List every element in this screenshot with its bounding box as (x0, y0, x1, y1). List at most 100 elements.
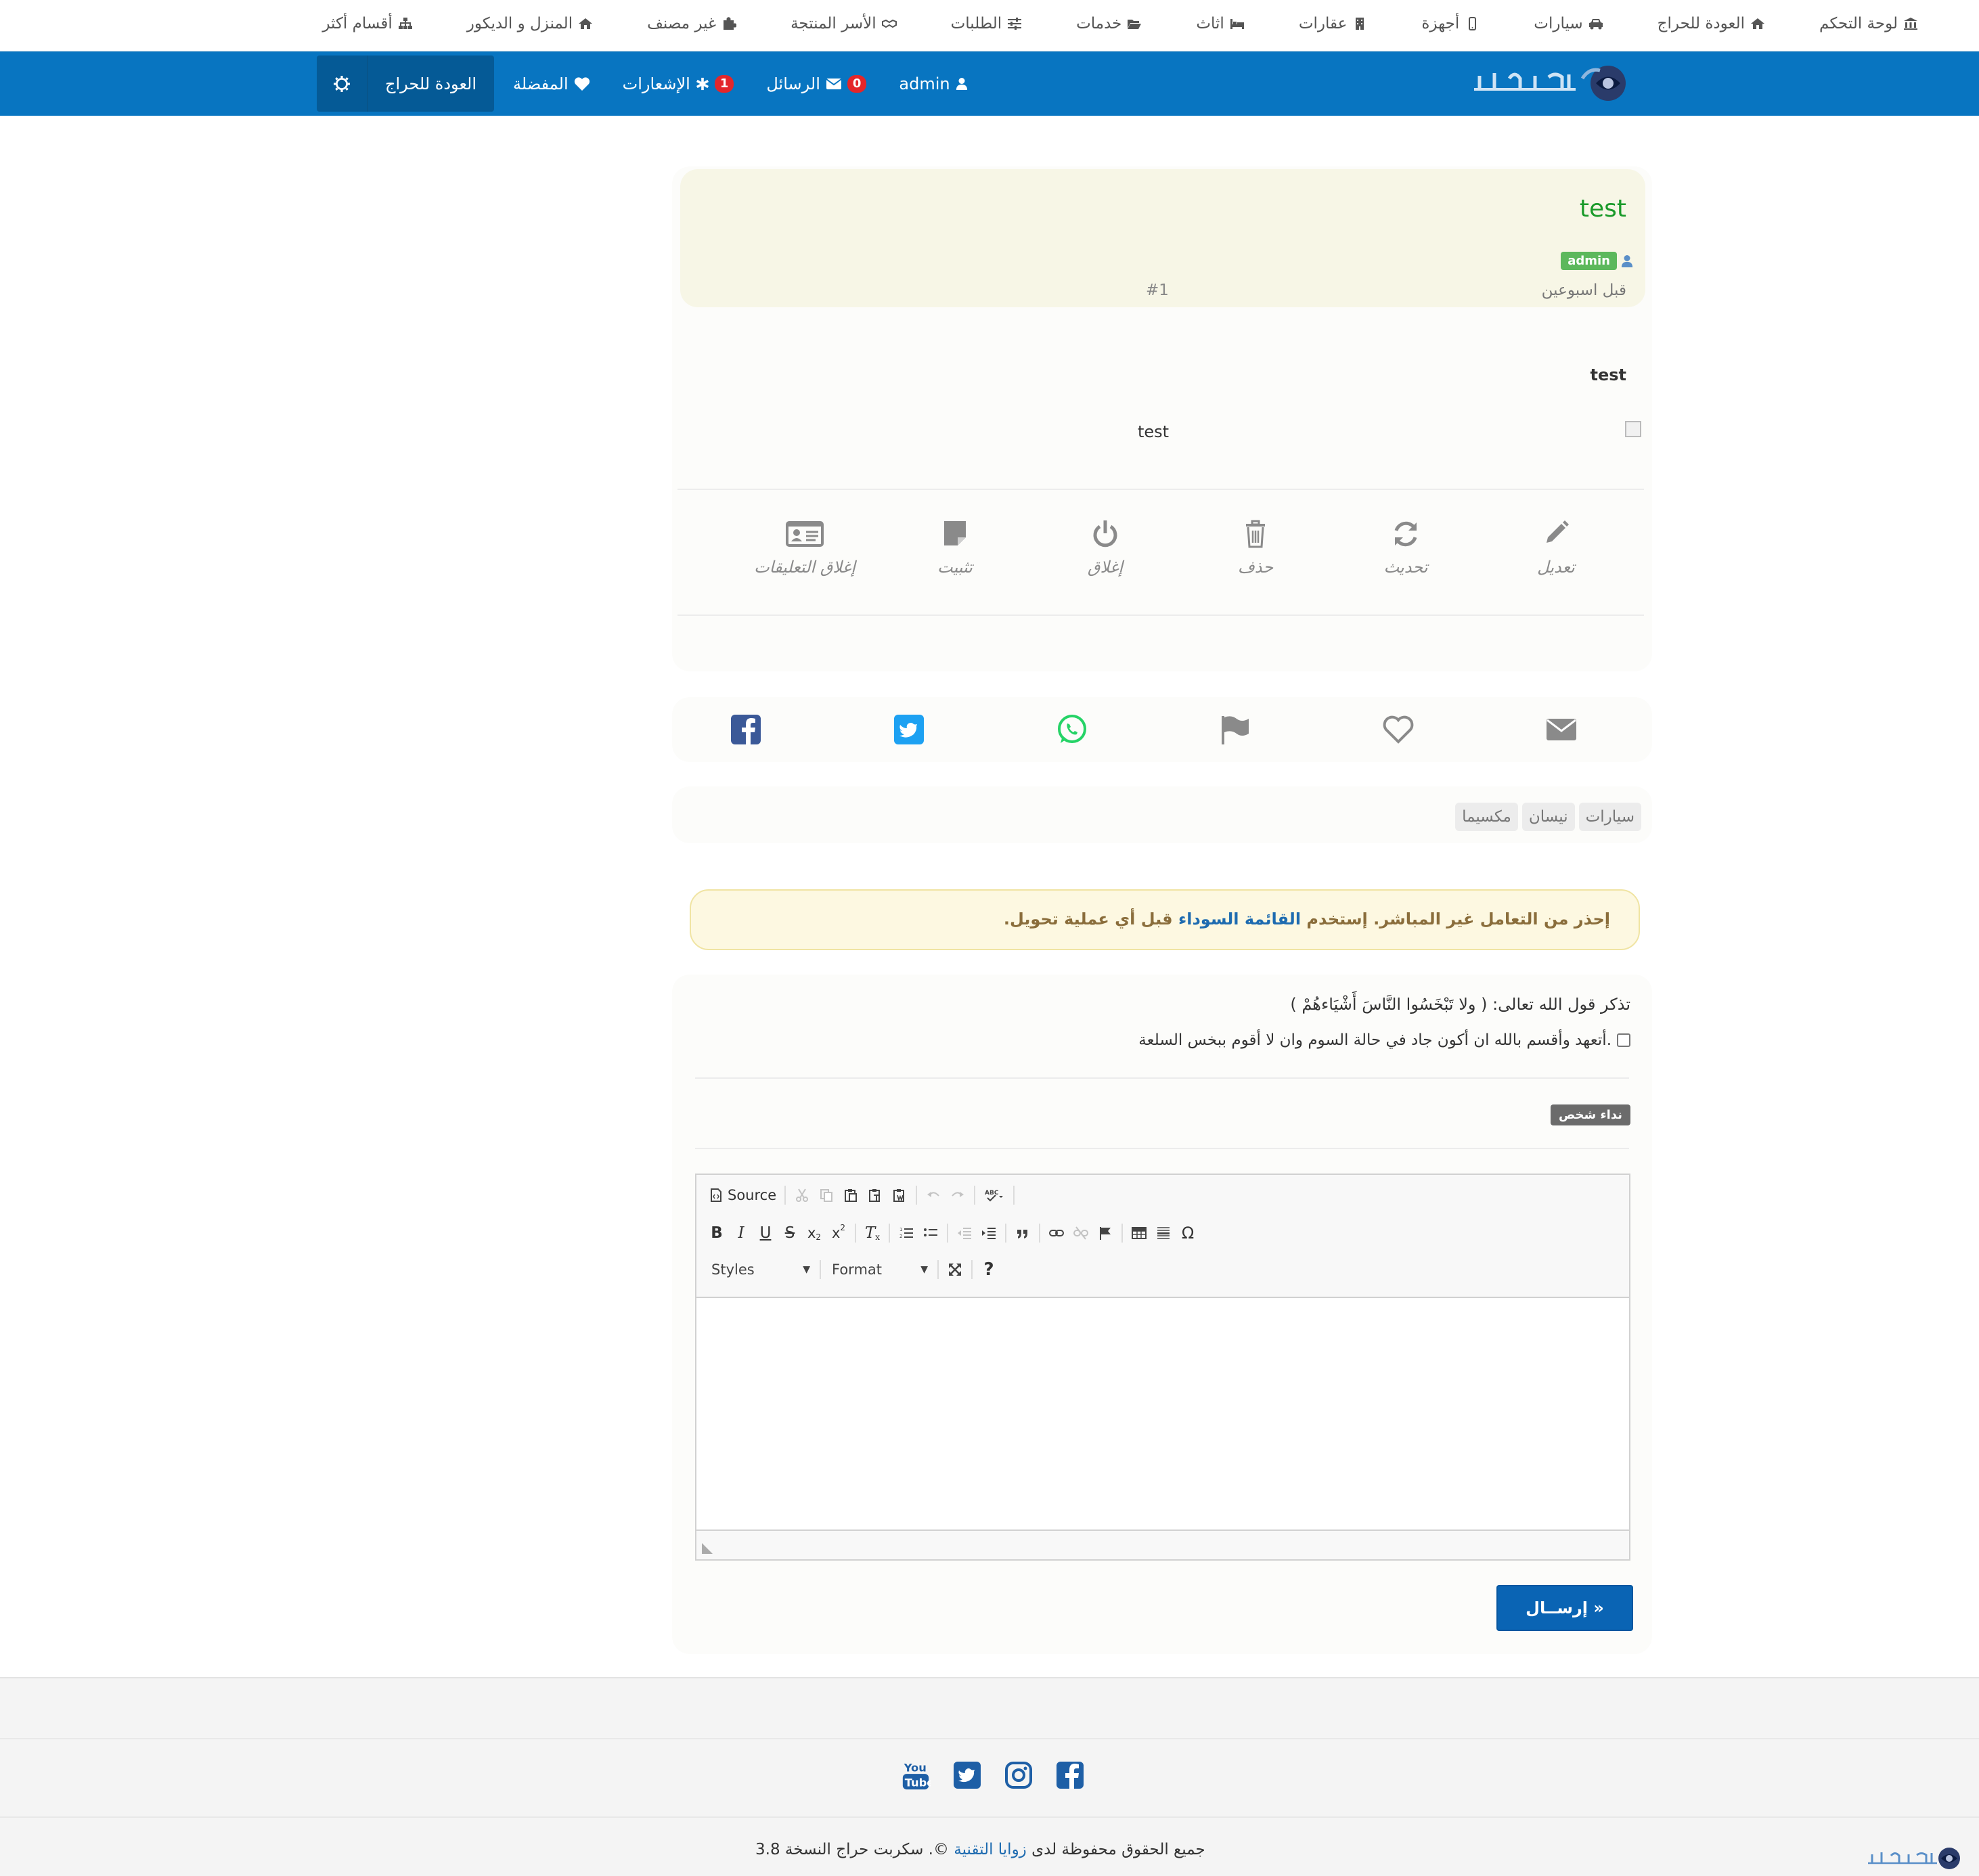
instagram-link[interactable] (1003, 1758, 1034, 1792)
tag-item[interactable]: سيارات (1578, 803, 1641, 831)
author-badge: admin (1561, 252, 1617, 270)
copyright-link[interactable]: زوايا التقنية (954, 1841, 1027, 1858)
source-button[interactable]: Source (705, 1183, 780, 1207)
nav-item-real-estate[interactable]: عقارات (1272, 15, 1395, 32)
delete-button[interactable]: حذف (1181, 518, 1330, 577)
edit-button[interactable]: تعديل (1482, 518, 1630, 577)
youtube-link[interactable]: You Tube (900, 1758, 931, 1792)
nav-item-back-home[interactable]: العودة للحراج (1630, 15, 1792, 32)
copy-button[interactable] (814, 1183, 839, 1207)
help-button[interactable]: ? (977, 1257, 1001, 1282)
subscript-button[interactable]: x2 (802, 1221, 826, 1245)
messages-link[interactable]: الرسائل 0 (750, 74, 883, 93)
nav-item-services[interactable]: خدمات (1049, 15, 1169, 32)
source-icon (711, 1188, 721, 1202)
maximize-button[interactable] (943, 1257, 967, 1282)
back-to-haraj-button[interactable]: العودة للحراج (367, 55, 494, 112)
refresh-button[interactable]: تحديث (1331, 518, 1480, 577)
facebook-link[interactable] (1054, 1758, 1086, 1792)
favorites-link[interactable]: المفضلة (497, 74, 606, 93)
tag-item[interactable]: نيسان (1521, 803, 1575, 831)
resize-handle[interactable] (702, 1543, 713, 1554)
styles-select[interactable]: Styles ▼ (705, 1257, 816, 1282)
horizontal-line-button[interactable] (1151, 1221, 1176, 1245)
home-icon (578, 17, 593, 30)
indent-icon (982, 1228, 996, 1239)
undo-icon (927, 1192, 939, 1197)
quote-icon (1017, 1230, 1027, 1238)
gear-icon (334, 75, 350, 92)
flag-icon (1100, 1227, 1111, 1240)
bulleted-list-button[interactable] (918, 1221, 943, 1245)
pledge-checkbox[interactable] (1617, 1033, 1630, 1047)
superscript-button[interactable]: x2 (826, 1221, 851, 1245)
table-button[interactable] (1127, 1221, 1151, 1245)
pledge-checkbox-row[interactable]: أتعهد وأقسم بالله ان أكون جاد في حالة ال… (1138, 1031, 1630, 1049)
favorite-button[interactable] (1378, 709, 1419, 750)
footer-logo[interactable] (1864, 1845, 1968, 1872)
close-comments-button[interactable]: إغلاق التعليقات (730, 518, 879, 577)
facebook-icon (731, 715, 761, 744)
mention-person-button[interactable]: نداء شخص (1550, 1104, 1630, 1125)
nav-item-cars[interactable]: سيارات (1507, 15, 1630, 32)
notifications-link[interactable]: الإشعارات 1 (606, 74, 751, 93)
nav-item-devices[interactable]: أجهزة (1394, 15, 1507, 32)
divider (677, 615, 1644, 616)
numbered-list-button[interactable]: 12 (894, 1221, 918, 1245)
redo-button[interactable] (946, 1183, 970, 1207)
blockquote-button[interactable] (1010, 1221, 1035, 1245)
remove-format-button[interactable]: Tx (860, 1221, 885, 1245)
share-twitter-button[interactable] (889, 709, 929, 750)
svg-text:You: You (904, 1761, 927, 1774)
nav-item-uncategorized[interactable]: غير مصنف (620, 15, 763, 32)
share-whatsapp-button[interactable] (1052, 709, 1092, 750)
paste-word-button[interactable] (887, 1183, 912, 1207)
paste-button[interactable] (839, 1183, 863, 1207)
nav-item-requests[interactable]: الطلبات (924, 15, 1049, 32)
undo-button[interactable] (921, 1183, 946, 1207)
nav-item-furniture[interactable]: اثاث (1169, 15, 1271, 32)
submit-button[interactable]: إرســال » (1496, 1585, 1633, 1631)
share-email-button[interactable] (1541, 709, 1582, 750)
post-card: test admin قبل اسبوعين #1 test test تعدي… (672, 166, 1652, 671)
unlink-button[interactable] (1069, 1221, 1093, 1245)
spellcheck-button[interactable]: ABC (979, 1183, 1009, 1207)
report-button[interactable] (1215, 709, 1255, 750)
redo-icon (952, 1192, 964, 1197)
post-body-heading: test (1590, 365, 1626, 384)
outdent-button[interactable] (952, 1221, 977, 1245)
italic-button[interactable]: I (729, 1221, 753, 1245)
nav-item-home-decor[interactable]: المنزل و الديكور (440, 15, 620, 32)
link-button[interactable] (1044, 1221, 1069, 1245)
anchor-button[interactable] (1093, 1221, 1117, 1245)
messages-count-badge: 0 (847, 74, 867, 93)
pin-button[interactable]: تثبيت (881, 518, 1029, 577)
heart-icon (1383, 715, 1414, 744)
twitter-link[interactable] (952, 1758, 983, 1792)
post-author[interactable]: admin (1561, 252, 1633, 270)
nav-item-productive-families[interactable]: الأسر المنتجة (763, 15, 924, 32)
site-logo[interactable] (1467, 61, 1637, 106)
svg-text:Tube: Tube (905, 1776, 931, 1789)
nav-item-dashboard[interactable]: لوحة التحكم (1792, 15, 1945, 32)
format-select[interactable]: Format ▼ (825, 1257, 933, 1282)
share-facebook-button[interactable] (726, 709, 766, 750)
footer: You Tube جميع الحقوق محفوظة لدى زوايا الت… (0, 1677, 1979, 1876)
blacklist-link[interactable]: القائمة السوداء (1178, 910, 1301, 929)
user-menu[interactable]: admin (883, 74, 983, 93)
divider (0, 1738, 1979, 1739)
tag-item[interactable]: مكسيما (1455, 803, 1518, 831)
strikethrough-button[interactable]: S (778, 1221, 802, 1245)
underline-button[interactable]: U (753, 1221, 778, 1245)
comment-textarea[interactable] (696, 1298, 1629, 1528)
post-image[interactable] (1625, 421, 1641, 437)
puzzle-icon (721, 17, 737, 30)
settings-button[interactable] (317, 55, 367, 112)
close-post-button[interactable]: إغلاق (1031, 518, 1180, 577)
indent-button[interactable] (977, 1221, 1001, 1245)
special-char-button[interactable]: Ω (1176, 1221, 1200, 1245)
bold-button[interactable]: B (705, 1221, 729, 1245)
paste-text-button[interactable] (863, 1183, 887, 1207)
nav-item-more-sections[interactable]: أقسام أكثر (295, 15, 439, 32)
cut-button[interactable] (790, 1183, 814, 1207)
